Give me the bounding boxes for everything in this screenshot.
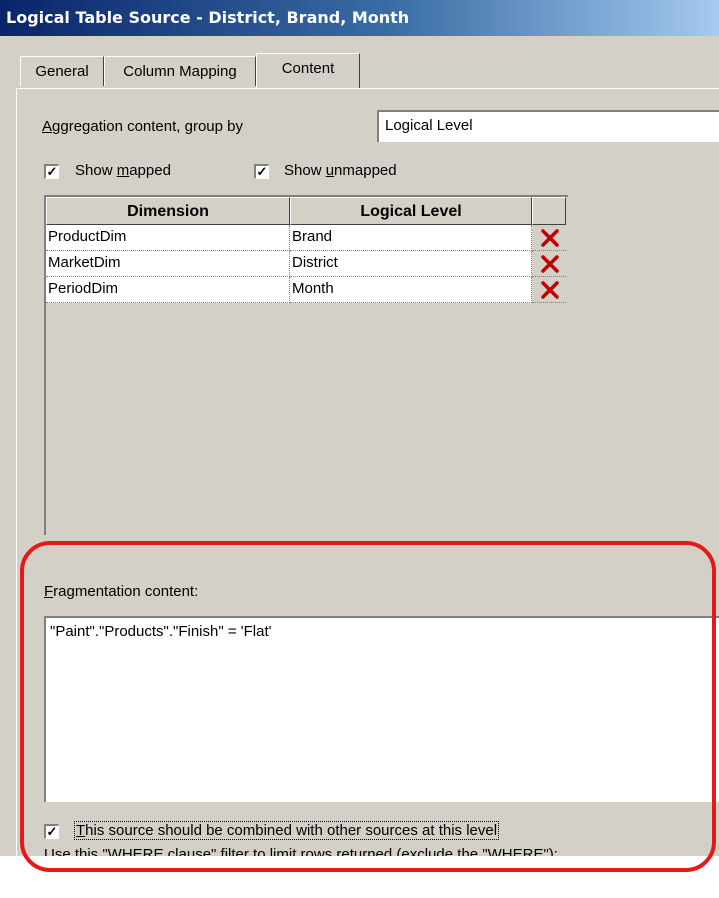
tab-column-mapping[interactable]: Column Mapping (104, 56, 256, 86)
combine-label-text: his source should be combined with other… (85, 822, 498, 839)
fragmentation-label-text: ragmentation content: (53, 583, 199, 600)
dimension-cell[interactable]: PeriodDim (46, 277, 290, 303)
dimension-cell[interactable]: MarketDim (46, 251, 290, 277)
table-row[interactable]: PeriodDim Month (46, 277, 566, 303)
title-bar: Logical Table Source - District, Brand, … (0, 0, 719, 36)
dimension-cell[interactable]: ProductDim (46, 225, 290, 251)
show-unmapped-accel: u (325, 162, 335, 179)
logical-level-cell[interactable]: Month (290, 277, 532, 303)
where-clause-hint: Use this "WHERE clause" filter to limit … (44, 846, 558, 856)
table-row[interactable]: MarketDim District (46, 251, 566, 277)
logical-level-cell[interactable]: District (290, 251, 532, 277)
show-mapped-pre: Show (75, 162, 117, 179)
fragmentation-textarea[interactable]: "Paint"."Products"."Finish" = 'Flat' (44, 616, 719, 802)
tab-general[interactable]: General (20, 56, 104, 86)
table-row[interactable]: ProductDim Brand (46, 225, 566, 251)
combine-sources-label: This source should be combined with othe… (73, 821, 500, 840)
aggregation-label-accel: A (42, 118, 53, 135)
column-header-delete (532, 197, 566, 225)
dialog-window: Logical Table Source - District, Brand, … (0, 0, 719, 856)
show-mapped-checkbox[interactable]: ✓ (44, 164, 59, 179)
aggregation-label-text: ggregation content, group by (52, 118, 243, 135)
show-mapped-accel: m (116, 162, 130, 179)
show-unmapped-checkbox[interactable]: ✓ (254, 164, 269, 179)
tab-content[interactable]: Content (256, 53, 360, 88)
combine-sources-checkbox[interactable]: ✓ (44, 824, 59, 839)
delete-x-icon (541, 255, 559, 273)
column-header-logical-level[interactable]: Logical Level (290, 197, 532, 225)
column-header-dimension[interactable]: Dimension (46, 197, 290, 225)
show-unmapped-label: Show unmapped (284, 162, 397, 179)
delete-x-icon (541, 229, 559, 247)
delete-button[interactable] (532, 225, 566, 251)
show-unmapped-pre: Show (284, 162, 326, 179)
logical-level-cell[interactable]: Brand (290, 225, 532, 251)
fragmentation-label-accel: F (44, 583, 54, 600)
aggregation-dropdown[interactable]: Logical Level (377, 110, 719, 142)
show-mapped-post: apped (129, 162, 171, 179)
show-unmapped-post: nmapped (334, 162, 397, 179)
delete-button[interactable] (532, 251, 566, 277)
delete-button[interactable] (532, 277, 566, 303)
delete-x-icon (541, 281, 559, 299)
show-mapped-label: Show mapped (75, 162, 171, 179)
aggregation-label: Aggregation content, group by (42, 118, 243, 135)
combine-label-accel: T (76, 822, 86, 839)
content-grid: Dimension Logical Level ProductDim Brand… (44, 195, 568, 535)
fragmentation-label: Fragmentation content: (44, 583, 198, 600)
